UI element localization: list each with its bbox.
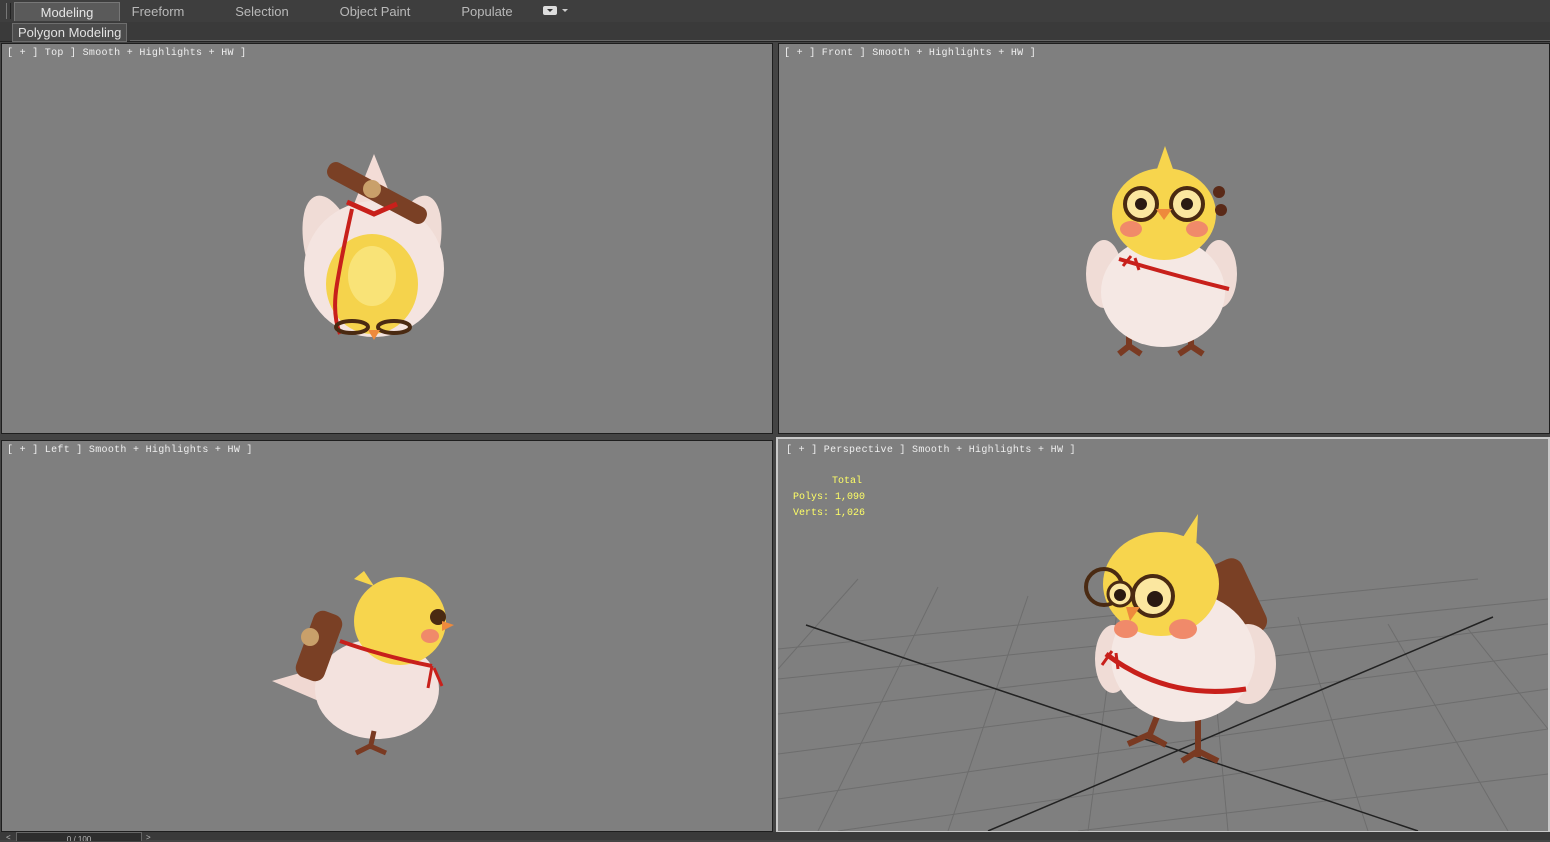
bird-model-perspective-view <box>1084 514 1276 764</box>
tab-selection[interactable]: Selection <box>222 2 302 21</box>
tab-freeform[interactable]: Freeform <box>118 2 198 21</box>
viewport-front[interactable]: [ + ] Front ] Smooth + Highlights + HW ] <box>778 43 1550 434</box>
tab-modeling[interactable]: Modeling <box>14 2 120 21</box>
ribbon-panel-bar: Polygon Modeling <box>0 22 1550 42</box>
ribbon-tab-bar: Modeling Freeform Selection Object Paint… <box>0 0 1550 23</box>
timeline-bar <box>0 832 1550 840</box>
bird-model-front-view <box>1086 146 1237 357</box>
ribbon-options-icon[interactable] <box>543 6 557 15</box>
tab-populate[interactable]: Populate <box>447 2 527 21</box>
tab-object-paint[interactable]: Object Paint <box>330 2 420 21</box>
timeline-prev-arrow[interactable]: < <box>6 833 11 842</box>
bird-model-left-view <box>272 571 454 756</box>
timeline-next-arrow[interactable]: > <box>146 833 151 842</box>
ribbon-grip-handle[interactable] <box>6 3 11 19</box>
viewport-perspective[interactable]: [ + ] Perspective ] Smooth + Highlights … <box>776 437 1550 833</box>
viewport-top[interactable]: [ + ] Top ] Smooth + Highlights + HW ] <box>1 43 773 434</box>
ribbon-divider <box>130 40 1550 41</box>
chevron-down-icon[interactable] <box>562 9 568 12</box>
polygon-modeling-panel[interactable]: Polygon Modeling <box>12 23 128 42</box>
viewport-left[interactable]: [ + ] Left ] Smooth + Highlights + HW ] <box>1 440 773 832</box>
bird-model-top-view <box>302 154 444 340</box>
